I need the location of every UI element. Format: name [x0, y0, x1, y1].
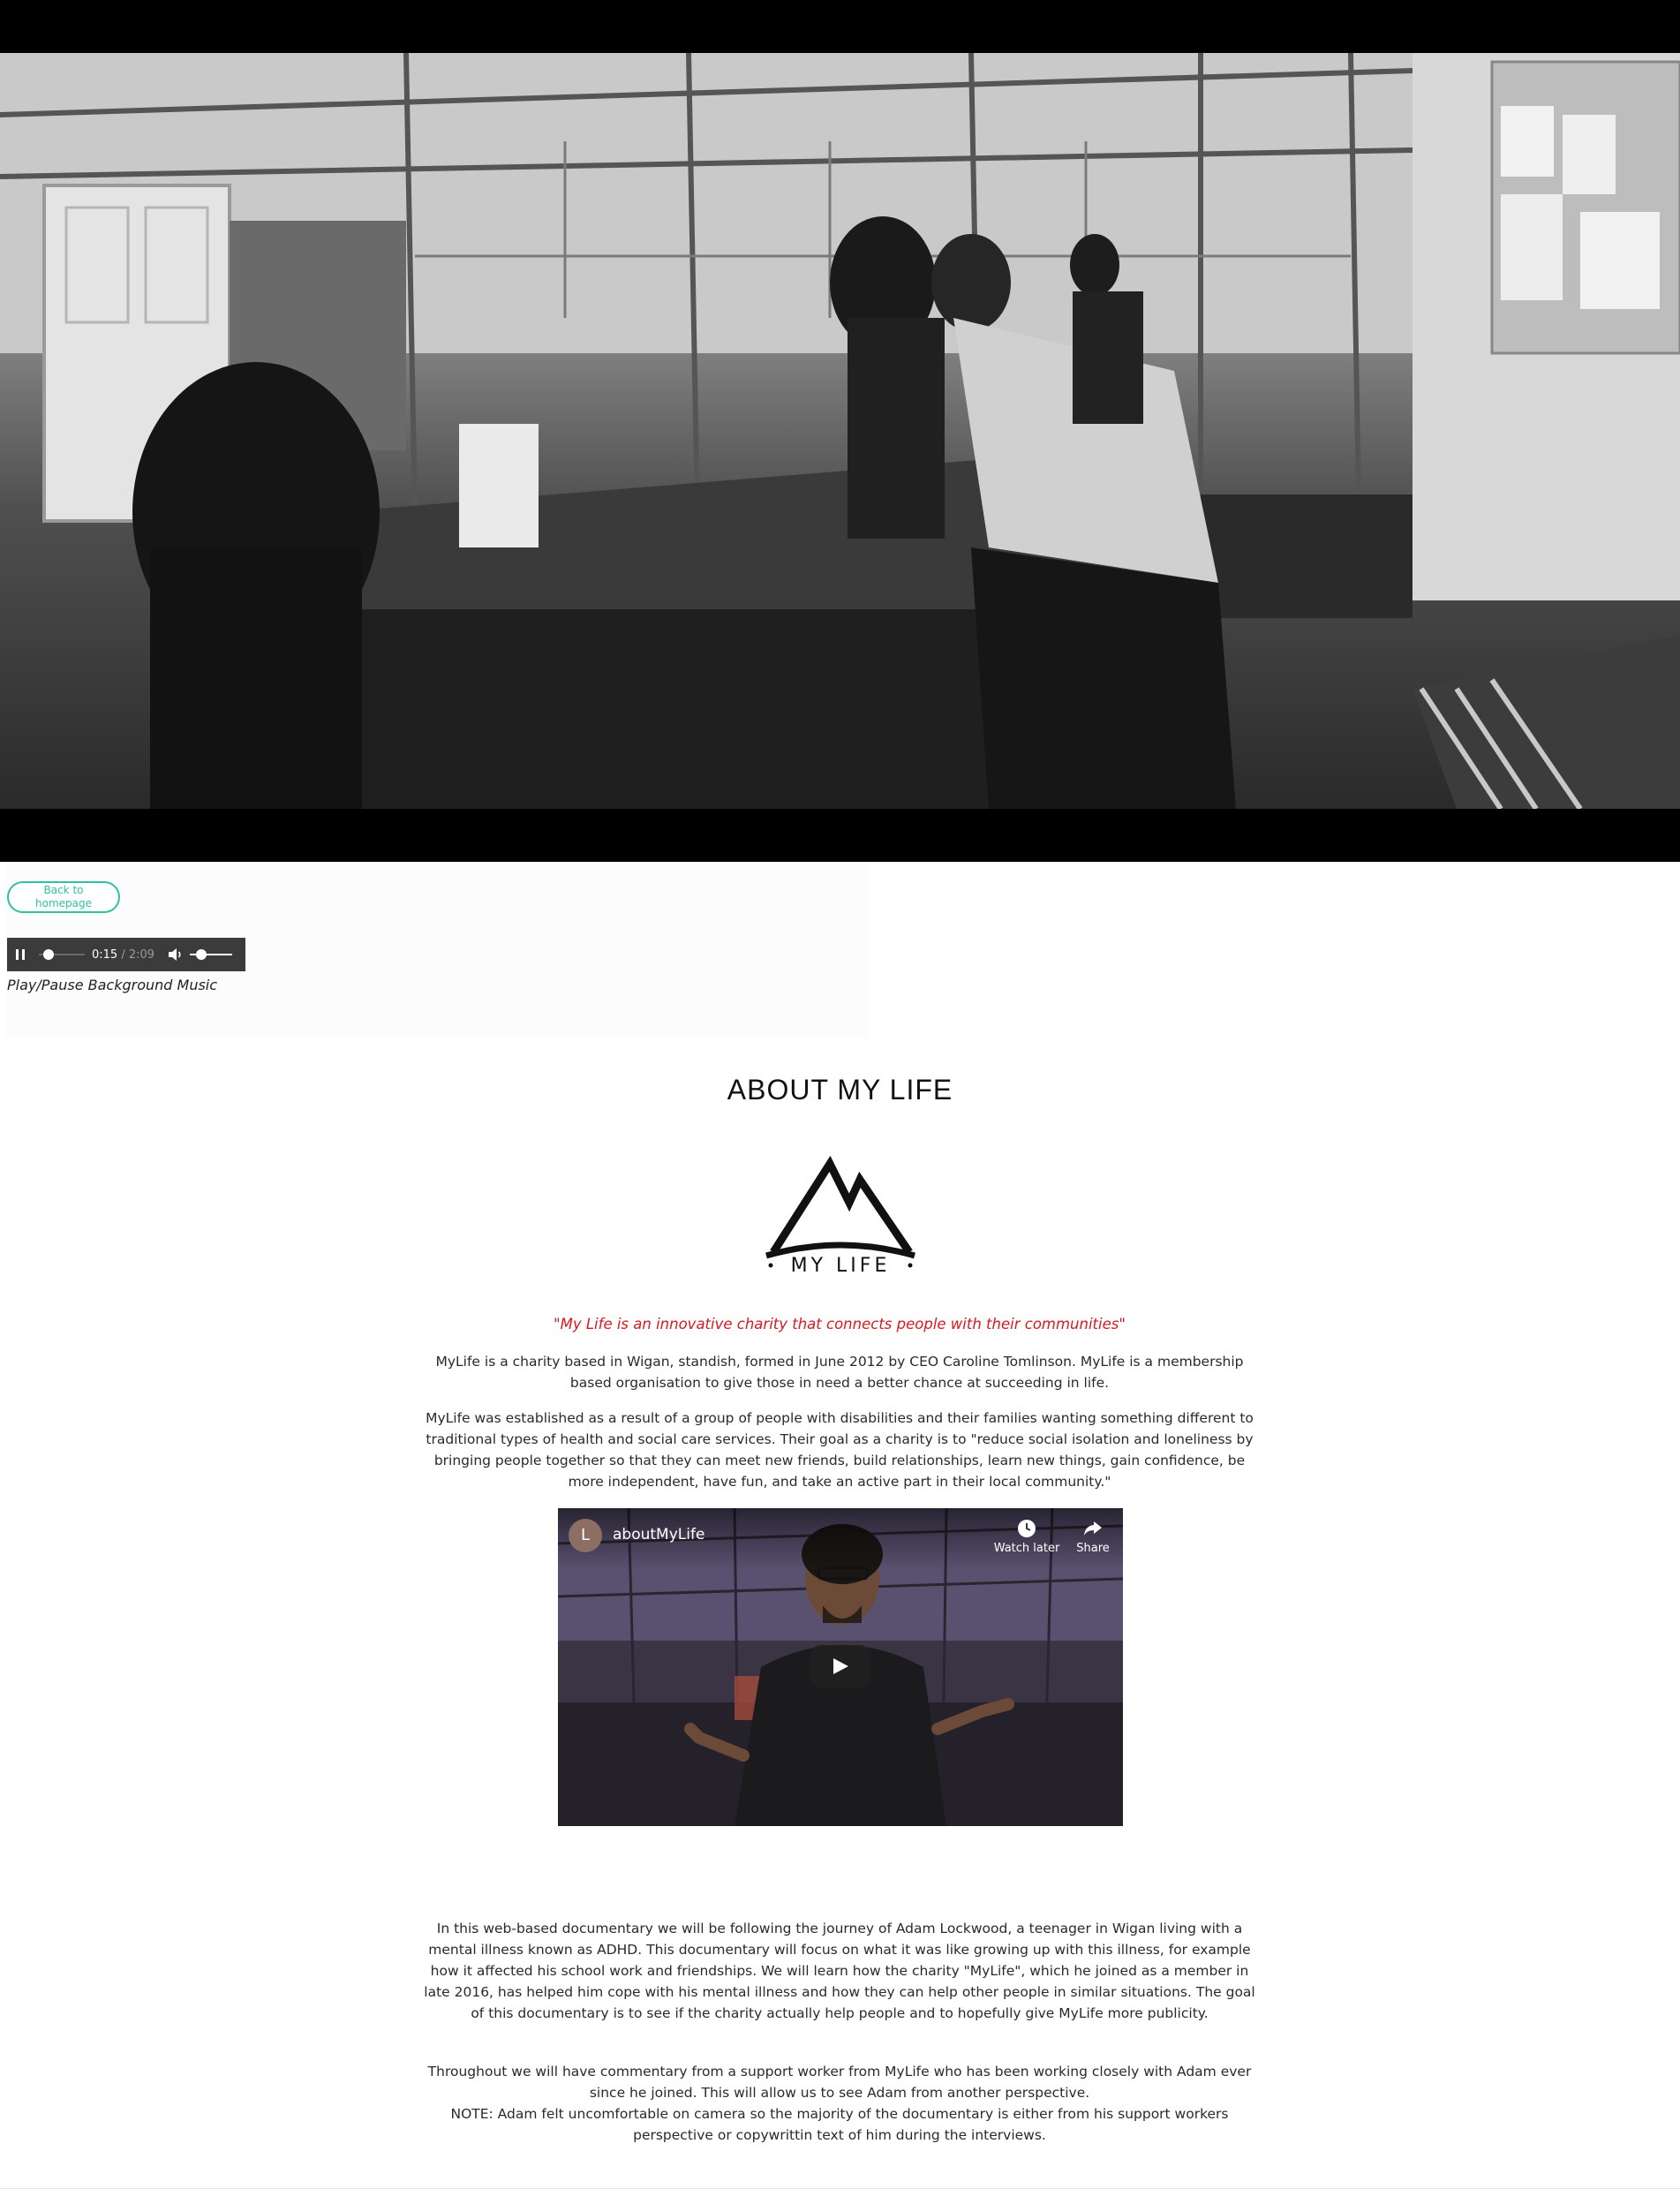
workshop-scene-image — [0, 53, 1680, 809]
audio-duration: / 2:09 — [121, 947, 155, 962]
audio-time-display: 0:15 / 2:09 — [92, 948, 154, 962]
note-text: NOTE: Adam felt uncomfortable on camera … — [450, 2106, 1229, 2143]
back-to-homepage-label: Back to homepage — [35, 884, 92, 910]
page-title: ABOUT MY LIFE — [727, 1074, 953, 1106]
commentary-text: Throughout we will have commentary from … — [427, 2064, 1252, 2101]
footer-divider — [0, 2188, 1680, 2189]
intro-paragraph: MyLife is a charity based in Wigan, stan… — [435, 1354, 1244, 1391]
history-paragraph: MyLife was established as a result of a … — [426, 1410, 1254, 1490]
video-play-button[interactable] — [810, 1645, 870, 1687]
documentary-paragraph: In this web-based documentary we will be… — [424, 1921, 1255, 2021]
background-music-player[interactable]: 0:15 / 2:09 — [7, 938, 245, 971]
pause-icon — [16, 949, 25, 960]
share-arrow-icon — [1084, 1521, 1102, 1536]
volume-handle[interactable] — [196, 949, 207, 960]
pause-button[interactable] — [7, 938, 34, 971]
audio-current-time: 0:15 — [92, 947, 118, 962]
mountain-icon — [765, 1155, 915, 1259]
controls-panel: Back to homepage 0:15 / 2:09 Play/Pause … — [5, 862, 869, 1038]
clock-icon — [1018, 1520, 1036, 1537]
volume-slider[interactable] — [190, 938, 233, 971]
play-icon — [833, 1658, 848, 1674]
music-caption: Play/Pause Background Music — [7, 977, 218, 993]
hero-video[interactable] — [0, 0, 1680, 862]
mylife-logo: MY LIFE — [765, 1155, 915, 1277]
commentary-paragraph: Throughout we will have commentary from … — [420, 2061, 1259, 2146]
about-mylife-video[interactable]: L aboutMyLife Watch later Share — [558, 1508, 1123, 1826]
back-to-homepage-button[interactable]: Back to homepage — [7, 881, 120, 913]
tagline: "My Life is an innovative charity that c… — [554, 1316, 1126, 1332]
watch-later-label: Watch later — [993, 1542, 1060, 1555]
share-label: Share — [1076, 1542, 1110, 1555]
logo-wordmark: MY LIFE — [791, 1255, 891, 1277]
audio-seek-handle[interactable] — [42, 949, 54, 960]
mute-button[interactable] — [165, 938, 186, 971]
hero-video-frame — [0, 53, 1680, 809]
watch-later-button[interactable]: Watch later — [987, 1517, 1066, 1555]
video-title[interactable]: aboutMyLife — [613, 1526, 704, 1544]
audio-seek-slider[interactable] — [39, 938, 85, 971]
volume-icon — [169, 948, 181, 961]
channel-avatar[interactable]: L — [569, 1519, 602, 1552]
share-button[interactable]: Share — [1068, 1517, 1118, 1555]
